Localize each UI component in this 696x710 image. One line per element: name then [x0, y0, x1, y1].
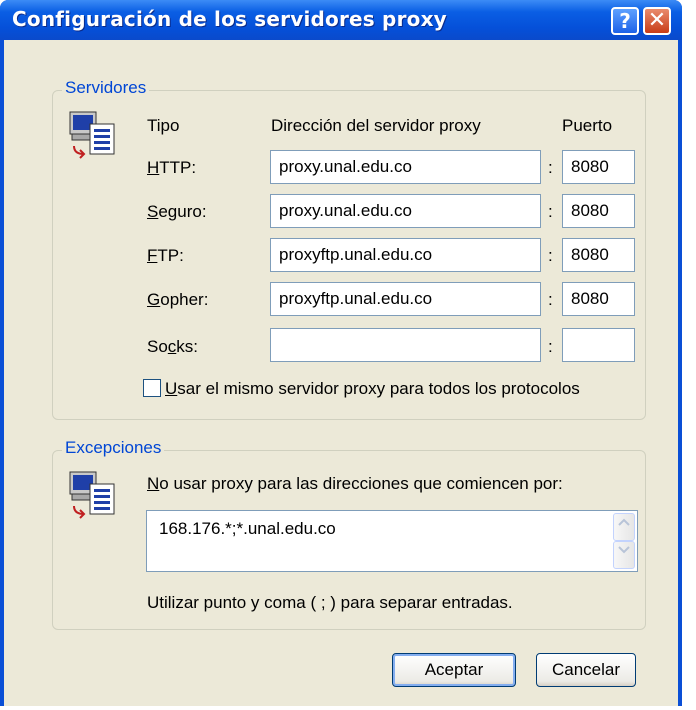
- gopher-label: Gopher:: [147, 290, 209, 309]
- socks-colon: :: [548, 337, 553, 356]
- exceptions-hint: Utilizar punto y coma ( ; ) para separar…: [147, 593, 513, 612]
- ftp-port-input[interactable]: 8080: [562, 238, 635, 272]
- gopher-colon: :: [548, 290, 553, 309]
- exceptions-prompt: No usar proxy para las direcciones que c…: [147, 474, 563, 493]
- accept-button[interactable]: Aceptar: [392, 653, 516, 687]
- ftp-colon: :: [548, 246, 553, 265]
- http-label: HTTP:: [147, 158, 197, 177]
- exceptions-text: 168.176.*;*.unal.edu.co: [159, 519, 336, 538]
- column-header-address: Dirección del servidor proxy: [271, 116, 481, 135]
- exceptions-group-label: Excepciones: [62, 438, 165, 458]
- secure-label: Seguro:: [147, 202, 207, 221]
- servers-group-label: Servidores: [62, 78, 150, 98]
- network-computer-icon: [64, 108, 120, 164]
- http-address-input[interactable]: proxy.unal.edu.co: [270, 150, 541, 184]
- ftp-address-input[interactable]: proxyftp.unal.edu.co: [270, 238, 541, 272]
- socks-address-input[interactable]: [270, 328, 541, 362]
- http-port-input[interactable]: 8080: [562, 150, 635, 184]
- http-colon: :: [548, 158, 553, 177]
- ftp-label: FTP:: [147, 246, 184, 265]
- cancel-button[interactable]: Cancelar: [536, 653, 636, 687]
- proxy-settings-dialog: Configuración de los servidores proxy ? …: [0, 0, 682, 706]
- secure-address-input[interactable]: proxy.unal.edu.co: [270, 194, 541, 228]
- same-proxy-label[interactable]: Usar el mismo servidor proxy para todos …: [165, 379, 580, 399]
- dialog-body: Servidores Tipo Dirección del servidor p…: [4, 40, 678, 706]
- exceptions-textarea[interactable]: 168.176.*;*.unal.edu.co: [146, 510, 638, 572]
- title-bar[interactable]: Configuración de los servidores proxy ? …: [0, 0, 682, 40]
- help-button[interactable]: ?: [611, 7, 639, 35]
- gopher-address-input[interactable]: proxyftp.unal.edu.co: [270, 282, 541, 316]
- dialog-title: Configuración de los servidores proxy: [12, 7, 447, 31]
- close-button[interactable]: ✕: [643, 7, 671, 35]
- chevron-down-icon: [618, 546, 630, 554]
- scroll-down-button[interactable]: [613, 541, 635, 569]
- chevron-up-icon: [618, 518, 630, 526]
- gopher-port-input[interactable]: 8080: [562, 282, 635, 316]
- secure-port-input[interactable]: 8080: [562, 194, 635, 228]
- column-header-type: Tipo: [147, 116, 180, 135]
- socks-port-input[interactable]: [562, 328, 635, 362]
- socks-label: Socks:: [147, 337, 199, 356]
- same-proxy-checkbox[interactable]: [143, 379, 161, 397]
- secure-colon: :: [548, 202, 553, 221]
- scroll-up-button[interactable]: [613, 513, 635, 541]
- network-computer-icon: [64, 468, 120, 524]
- column-header-port: Puerto: [562, 116, 613, 135]
